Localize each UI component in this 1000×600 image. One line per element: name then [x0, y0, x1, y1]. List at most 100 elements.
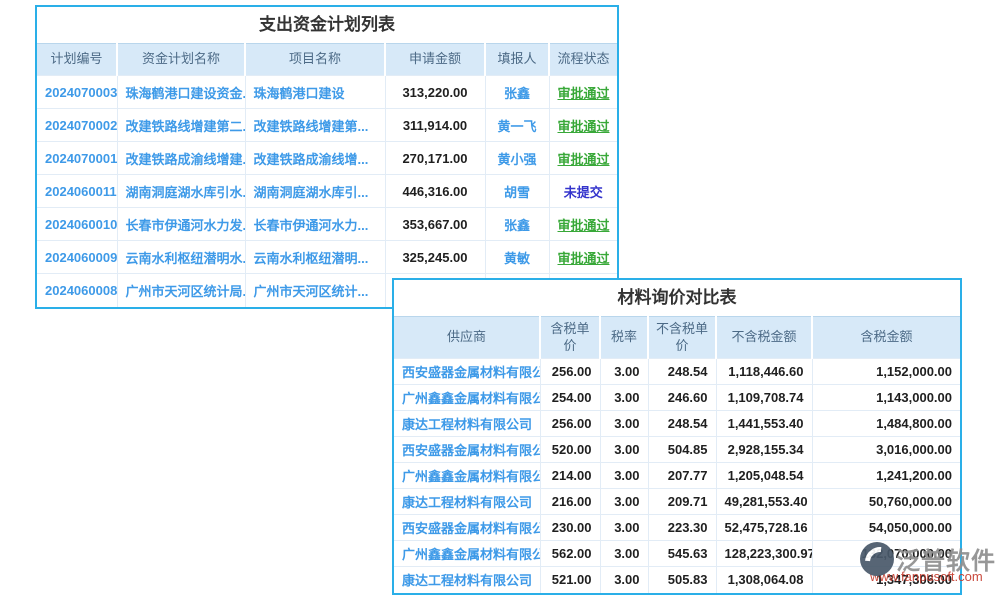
column-header: 计划编号	[37, 44, 117, 76]
plan-id-link[interactable]: 2024070001	[37, 142, 117, 175]
plan-id-link[interactable]: 2024060008	[37, 274, 117, 307]
tax-amount-cell: 132,070,000.00	[812, 541, 960, 567]
table-row: 2024060009云南水利枢纽潜明水...云南水利枢纽潜明...325,245…	[37, 241, 617, 274]
net-amount-cell: 1,441,553.40	[716, 411, 812, 437]
net-price-cell: 246.60	[648, 385, 716, 411]
amount-cell: 313,220.00	[385, 76, 485, 109]
status-badge[interactable]: 审批通过	[549, 241, 617, 274]
amount-cell: 353,667.00	[385, 208, 485, 241]
net-amount-cell: 2,928,155.34	[716, 437, 812, 463]
project-name-link[interactable]: 改建铁路线增建第...	[245, 109, 385, 142]
net-amount-cell: 1,109,708.74	[716, 385, 812, 411]
column-header: 含税金额	[812, 317, 960, 359]
plan-id-link[interactable]: 2024060010	[37, 208, 117, 241]
plan-name-link[interactable]: 珠海鹤港口建设资金...	[117, 76, 245, 109]
column-header: 不含税金额	[716, 317, 812, 359]
plan-id-link[interactable]: 2024060009	[37, 241, 117, 274]
tax-amount-cell: 3,016,000.00	[812, 437, 960, 463]
tax-price-cell: 230.00	[540, 515, 600, 541]
status-badge[interactable]: 未提交	[549, 175, 617, 208]
tax-price-cell: 256.00	[540, 411, 600, 437]
net-price-cell: 505.83	[648, 567, 716, 593]
supplier-link[interactable]: 广州鑫鑫金属材料有限公司	[394, 385, 540, 411]
table-row: 2024070003珠海鹤港口建设资金...珠海鹤港口建设313,220.00张…	[37, 76, 617, 109]
plan-id-link[interactable]: 2024070002	[37, 109, 117, 142]
column-header: 供应商	[394, 317, 540, 359]
quote-table-header-row: 供应商含税单价税率不含税单价不含税金额含税金额	[394, 317, 960, 359]
table-row: 广州鑫鑫金属材料有限公司254.003.00246.601,109,708.74…	[394, 385, 960, 411]
tax-price-cell: 520.00	[540, 437, 600, 463]
project-name-link[interactable]: 珠海鹤港口建设	[245, 76, 385, 109]
expenditure-plan-table-card: 支出资金计划列表 计划编号资金计划名称项目名称申请金额填报人流程状态 20240…	[35, 5, 619, 309]
tax-rate-cell: 3.00	[600, 541, 648, 567]
person-link[interactable]: 黄小强	[485, 142, 549, 175]
plan-name-link[interactable]: 广州市天河区统计局...	[117, 274, 245, 307]
tax-rate-cell: 3.00	[600, 463, 648, 489]
net-price-cell: 223.30	[648, 515, 716, 541]
supplier-link[interactable]: 西安盛器金属材料有限公司	[394, 437, 540, 463]
supplier-link[interactable]: 西安盛器金属材料有限公司	[394, 515, 540, 541]
table-row: 康达工程材料有限公司216.003.00209.7149,281,553.405…	[394, 489, 960, 515]
project-name-link[interactable]: 改建铁路成渝线增...	[245, 142, 385, 175]
column-header: 项目名称	[245, 44, 385, 76]
person-link[interactable]: 张鑫	[485, 76, 549, 109]
plan-name-link[interactable]: 改建铁路线增建第二...	[117, 109, 245, 142]
project-name-link[interactable]: 湖南洞庭湖水库引...	[245, 175, 385, 208]
supplier-link[interactable]: 康达工程材料有限公司	[394, 411, 540, 437]
table-row: 西安盛器金属材料有限公司520.003.00504.852,928,155.34…	[394, 437, 960, 463]
tax-rate-cell: 3.00	[600, 489, 648, 515]
tax-amount-cell: 1,347,306.00	[812, 567, 960, 593]
net-amount-cell: 1,308,064.08	[716, 567, 812, 593]
tax-rate-cell: 3.00	[600, 515, 648, 541]
plan-id-link[interactable]: 2024060011	[37, 175, 117, 208]
tax-price-cell: 216.00	[540, 489, 600, 515]
tax-rate-cell: 3.00	[600, 385, 648, 411]
net-amount-cell: 1,118,446.60	[716, 359, 812, 385]
table-row: 西安盛器金属材料有限公司230.003.00223.3052,475,728.1…	[394, 515, 960, 541]
table-row: 康达工程材料有限公司521.003.00505.831,308,064.081,…	[394, 567, 960, 593]
table-row: 2024070001改建铁路成渝线增建...改建铁路成渝线增...270,171…	[37, 142, 617, 175]
table-row: 2024060011湖南洞庭湖水库引水...湖南洞庭湖水库引...446,316…	[37, 175, 617, 208]
tax-rate-cell: 3.00	[600, 411, 648, 437]
column-header: 税率	[600, 317, 648, 359]
supplier-link[interactable]: 广州鑫鑫金属材料有限公司	[394, 541, 540, 567]
net-price-cell: 248.54	[648, 359, 716, 385]
project-name-link[interactable]: 广州市天河区统计...	[245, 274, 385, 307]
plan-name-link[interactable]: 湖南洞庭湖水库引水...	[117, 175, 245, 208]
tax-amount-cell: 1,484,800.00	[812, 411, 960, 437]
amount-cell: 311,914.00	[385, 109, 485, 142]
supplier-link[interactable]: 康达工程材料有限公司	[394, 489, 540, 515]
tax-price-cell: 521.00	[540, 567, 600, 593]
tax-amount-cell: 50,760,000.00	[812, 489, 960, 515]
person-link[interactable]: 张鑫	[485, 208, 549, 241]
supplier-link[interactable]: 西安盛器金属材料有限公司	[394, 359, 540, 385]
person-link[interactable]: 黄一飞	[485, 109, 549, 142]
table-row: 康达工程材料有限公司256.003.00248.541,441,553.401,…	[394, 411, 960, 437]
table-row: 2024070002改建铁路线增建第二...改建铁路线增建第...311,914…	[37, 109, 617, 142]
tax-price-cell: 214.00	[540, 463, 600, 489]
status-badge[interactable]: 审批通过	[549, 142, 617, 175]
amount-cell: 270,171.00	[385, 142, 485, 175]
net-price-cell: 504.85	[648, 437, 716, 463]
plan-name-link[interactable]: 云南水利枢纽潜明水...	[117, 241, 245, 274]
status-badge[interactable]: 审批通过	[549, 208, 617, 241]
table-row: 2024060010长春市伊通河水力发...长春市伊通河水力...353,667…	[37, 208, 617, 241]
quote-table: 供应商含税单价税率不含税单价不含税金额含税金额 西安盛器金属材料有限公司256.…	[394, 316, 960, 593]
person-link[interactable]: 胡雪	[485, 175, 549, 208]
quote-table-title: 材料询价对比表	[394, 280, 960, 316]
plan-name-link[interactable]: 改建铁路成渝线增建...	[117, 142, 245, 175]
person-link[interactable]: 黄敏	[485, 241, 549, 274]
tax-rate-cell: 3.00	[600, 437, 648, 463]
plan-table-header-row: 计划编号资金计划名称项目名称申请金额填报人流程状态	[37, 44, 617, 76]
tax-amount-cell: 1,152,000.00	[812, 359, 960, 385]
project-name-link[interactable]: 云南水利枢纽潜明...	[245, 241, 385, 274]
status-badge[interactable]: 审批通过	[549, 109, 617, 142]
column-header: 填报人	[485, 44, 549, 76]
supplier-link[interactable]: 康达工程材料有限公司	[394, 567, 540, 593]
supplier-link[interactable]: 广州鑫鑫金属材料有限公司	[394, 463, 540, 489]
plan-table-title: 支出资金计划列表	[37, 7, 617, 43]
plan-id-link[interactable]: 2024070003	[37, 76, 117, 109]
status-badge[interactable]: 审批通过	[549, 76, 617, 109]
plan-name-link[interactable]: 长春市伊通河水力发...	[117, 208, 245, 241]
project-name-link[interactable]: 长春市伊通河水力...	[245, 208, 385, 241]
